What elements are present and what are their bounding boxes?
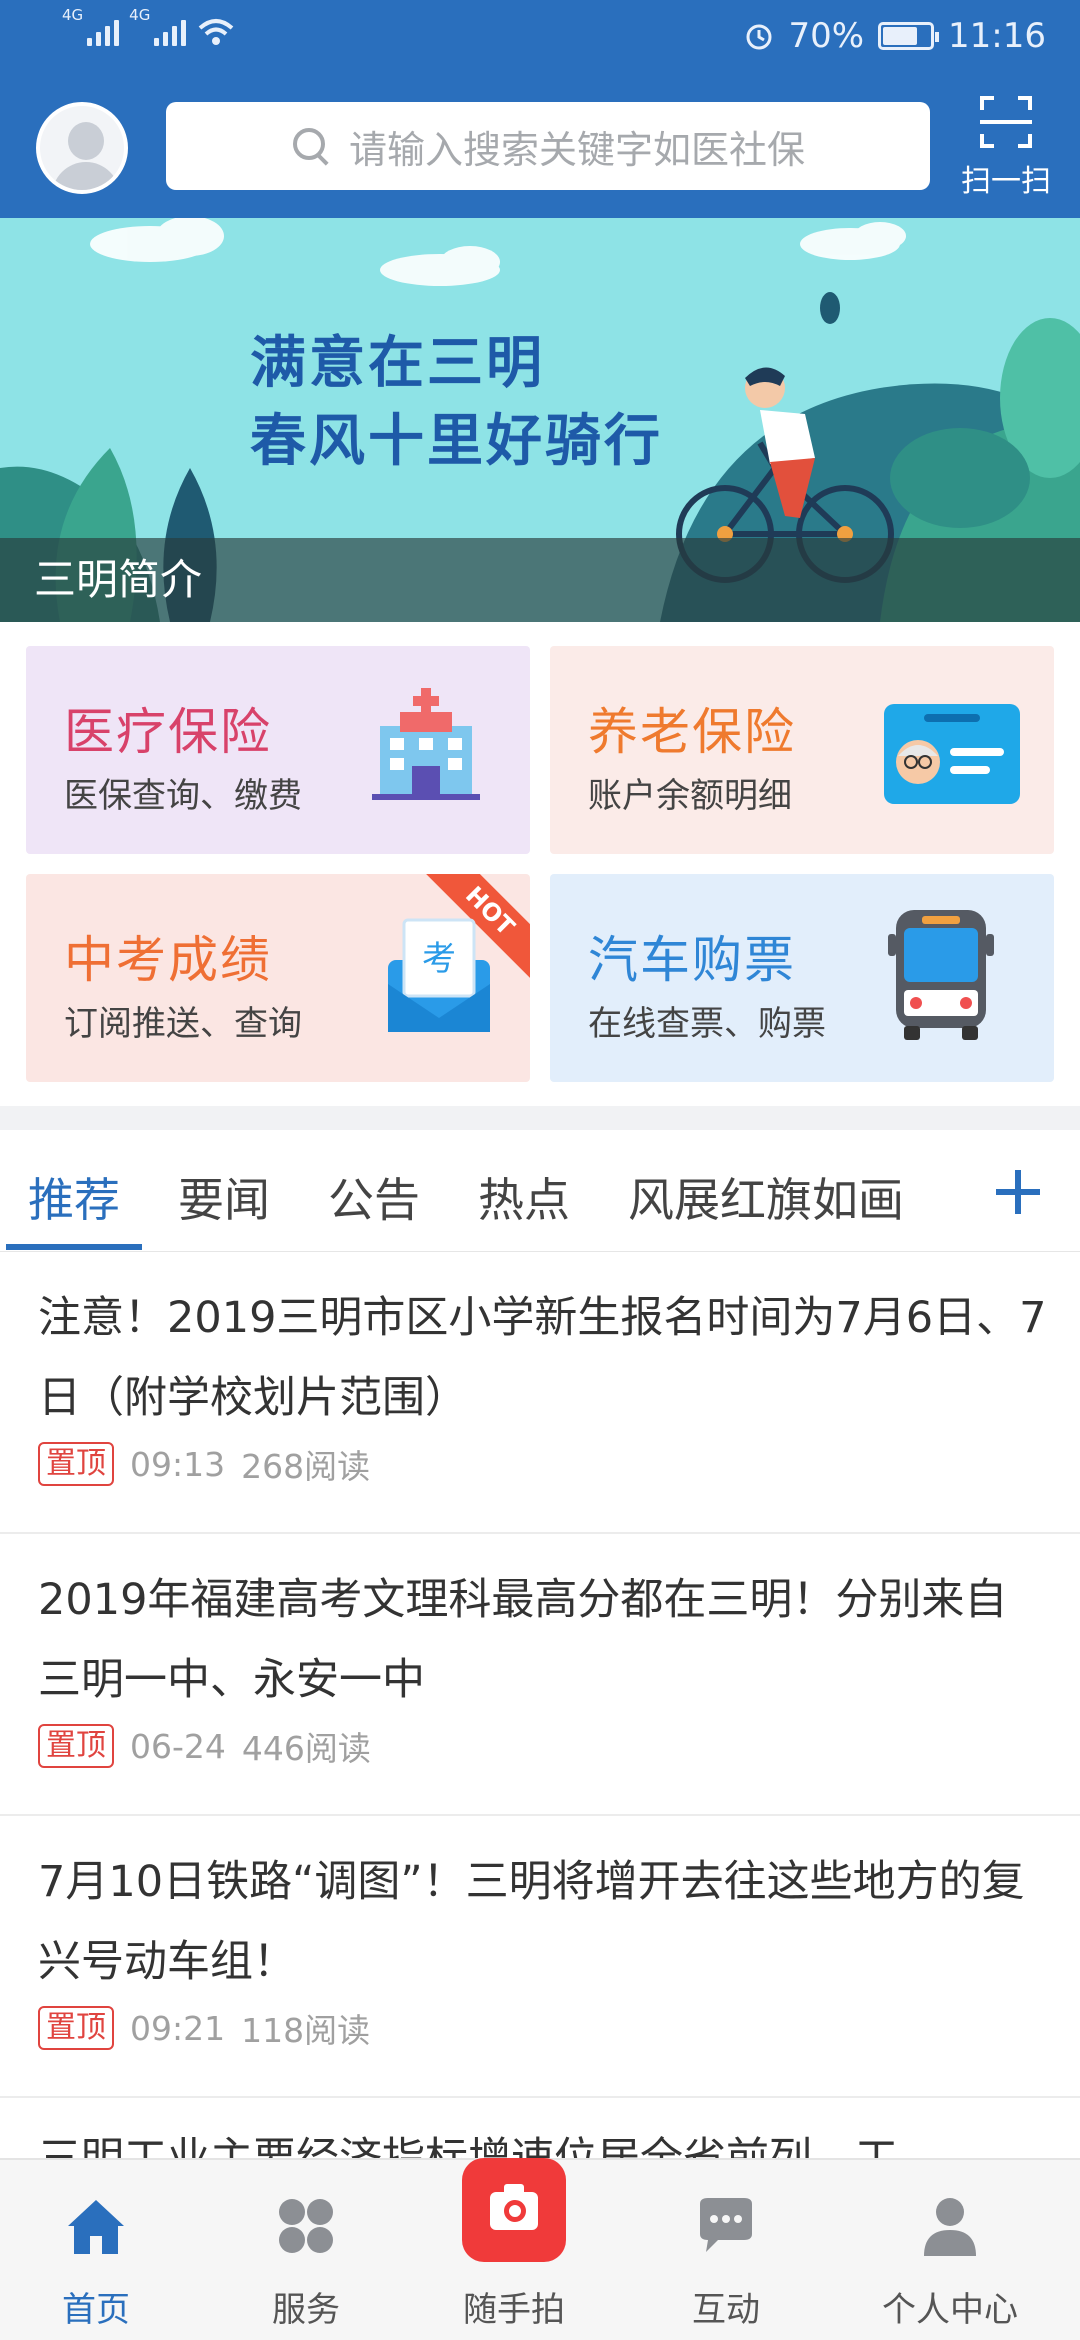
tab-announcements[interactable]: 公告 <box>328 1164 420 1230</box>
tab-hot[interactable]: 热点 <box>478 1164 570 1230</box>
tab-recommend[interactable]: 推荐 <box>28 1164 120 1230</box>
chat-icon <box>700 2198 752 2252</box>
tab-red-flag[interactable]: 风展红旗如画 <box>628 1164 904 1230</box>
news-title: 7月10日铁路“调图”！三明将增开去往这些地方的复兴号动车组！ <box>38 1857 1025 1987</box>
search-icon <box>291 126 331 166</box>
header: 4G 4G 70% 11:16 请输入搜索关键字如医社保 扫一扫 <box>0 0 1080 218</box>
card-subtitle: 医保查询、缴费 <box>64 776 302 816</box>
card-title: 汽车购票 <box>588 931 796 989</box>
nav-label: 个人中心 <box>882 2290 1018 2330</box>
bus-icon <box>888 910 994 1040</box>
signal-icon: 4G <box>129 6 187 46</box>
bottom-nav: 首页 服务 随手拍 互动 个人中心 <box>0 2158 1080 2340</box>
signal-icon: 4G <box>62 6 120 46</box>
card-subtitle: 在线查票、购票 <box>588 1004 826 1044</box>
status-bar: 4G 4G 70% 11:16 <box>0 0 1080 76</box>
alarm-icon <box>746 24 772 50</box>
news-time: 09:13 <box>130 1444 226 1484</box>
card-subtitle: 订阅推送、查询 <box>64 1004 302 1044</box>
person-icon <box>924 2198 976 2256</box>
battery-percent: 70% <box>788 16 865 56</box>
svg-text:考: 考 <box>422 939 456 979</box>
nav-interaction[interactable]: 互动 <box>626 2160 826 2340</box>
card-title: 养老保险 <box>588 703 796 761</box>
service-grid: 医疗保险 医保查询、缴费 养老保险 账户余额明细 中考成绩 订阅推送、查询 HO… <box>0 622 1080 1106</box>
active-tab-indicator <box>6 1244 142 1250</box>
banner-headline: 满意在三明 <box>250 331 545 396</box>
card-subtitle: 账户余额明细 <box>588 776 792 816</box>
news-reads: 268阅读 <box>241 1447 371 1486</box>
news-item[interactable]: 7月10日铁路“调图”！三明将增开去往这些地方的复兴号动车组！ 置顶 09:21… <box>0 1816 1080 2098</box>
add-tab-icon[interactable] <box>996 1170 1040 1214</box>
banner-carousel[interactable]: 满意在三明 春风十里好骑行 三明简介 <box>0 218 1080 622</box>
news-reads: 446阅读 <box>241 1729 371 1768</box>
nav-home[interactable]: 首页 <box>0 2160 196 2340</box>
nav-label: 互动 <box>692 2290 760 2330</box>
camera-icon <box>462 2158 566 2262</box>
wifi-icon <box>199 19 234 45</box>
scan-button[interactable]: 扫一扫 <box>958 96 1054 199</box>
nav-profile[interactable]: 个人中心 <box>850 2160 1050 2340</box>
search-input[interactable]: 请输入搜索关键字如医社保 <box>166 102 930 190</box>
nav-label: 随手拍 <box>463 2290 565 2330</box>
search-placeholder: 请输入搜索关键字如医社保 <box>348 127 805 172</box>
news-time: 06-24 <box>130 1726 226 1766</box>
clock: 11:16 <box>948 16 1046 56</box>
scan-label: 扫一扫 <box>961 164 1051 199</box>
pinned-badge: 置顶 <box>38 2006 114 2050</box>
news-tabs: 推荐 要闻 公告 热点 风展红旗如画 <box>0 1130 1080 1252</box>
news-meta: 置顶 09:21 118阅读 <box>38 2004 370 2052</box>
home-icon <box>68 2200 124 2254</box>
news-meta: 置顶 06-24 446阅读 <box>38 1722 371 1770</box>
nav-label: 首页 <box>62 2290 130 2330</box>
exam-score-card[interactable]: 中考成绩 订阅推送、查询 HOT 考 <box>26 874 530 1082</box>
banner-caption[interactable]: 三明简介 <box>0 538 1080 622</box>
pinned-badge: 置顶 <box>38 1442 114 1486</box>
news-item[interactable]: 2019年福建高考文理科最高分都在三明！分别来自三明一中、永安一中 置顶 06-… <box>0 1534 1080 1816</box>
banner-subheadline: 春风十里好骑行 <box>250 409 663 474</box>
services-icon <box>279 2199 333 2253</box>
medical-insurance-card[interactable]: 医疗保险 医保查询、缴费 <box>26 646 530 854</box>
id-card-icon <box>884 704 1020 804</box>
bus-ticket-card[interactable]: 汽车购票 在线查票、购票 <box>550 874 1054 1082</box>
exam-icon: 考 <box>388 918 490 1032</box>
pinned-badge: 置顶 <box>38 1724 114 1768</box>
news-meta: 置顶 09:13 268阅读 <box>38 1440 370 1488</box>
news-reads: 118阅读 <box>241 2011 371 2050</box>
nav-label: 服务 <box>272 2290 340 2330</box>
avatar[interactable] <box>36 102 128 194</box>
news-title: 注意！2019三明市区小学新生报名时间为7月6日、7日（附学校划片范围） <box>38 1293 1047 1423</box>
card-title: 医疗保险 <box>64 703 272 761</box>
hospital-icon <box>372 688 480 800</box>
scan-icon <box>980 96 1032 148</box>
section-divider <box>0 1106 1080 1130</box>
tab-news[interactable]: 要闻 <box>178 1164 270 1230</box>
news-item[interactable]: 注意！2019三明市区小学新生报名时间为7月6日、7日（附学校划片范围） 置顶 … <box>0 1252 1080 1534</box>
card-title: 中考成绩 <box>64 931 272 989</box>
nav-services[interactable]: 服务 <box>206 2160 406 2340</box>
pension-insurance-card[interactable]: 养老保险 账户余额明细 <box>550 646 1054 854</box>
news-title: 2019年福建高考文理科最高分都在三明！分别来自三明一中、永安一中 <box>38 1575 1008 1705</box>
news-time: 09:21 <box>130 2008 226 2048</box>
battery-icon <box>878 22 940 50</box>
nav-snapshot[interactable]: 随手拍 <box>414 2158 614 2340</box>
